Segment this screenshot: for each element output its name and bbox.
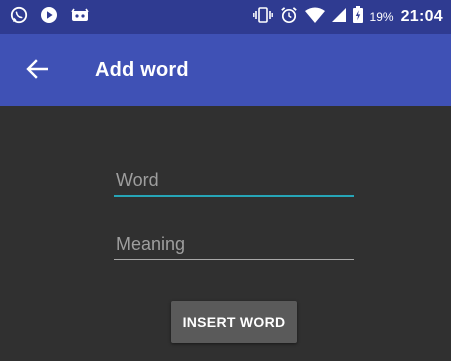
- alarm-icon: [280, 6, 298, 29]
- arrow-back-icon: [26, 58, 49, 84]
- main-content: INSERT WORD: [0, 106, 451, 361]
- app-toolbar: Add word: [0, 34, 451, 106]
- status-bar: 19% 21:04: [0, 0, 451, 34]
- page-title: Add word: [95, 58, 189, 81]
- wifi-icon: [304, 7, 325, 28]
- android-debug-icon: [70, 6, 90, 29]
- status-right-icons: 19% 21:04: [252, 0, 443, 34]
- word-underline: [114, 195, 354, 197]
- vibrate-icon: [252, 6, 273, 28]
- status-left-icons: [10, 0, 90, 34]
- meaning-underline: [114, 259, 354, 260]
- status-time: 21:04: [400, 8, 443, 25]
- word-input[interactable]: [114, 170, 354, 195]
- word-field: [114, 170, 354, 197]
- whatsapp-icon: [10, 6, 28, 29]
- play-icon: [40, 6, 58, 29]
- back-button[interactable]: [23, 58, 51, 84]
- battery-percent: 19%: [369, 10, 394, 24]
- meaning-field: [114, 234, 354, 260]
- signal-icon: [331, 7, 346, 27]
- battery-charging-icon: [352, 6, 363, 28]
- meaning-input[interactable]: [114, 234, 354, 259]
- insert-word-button[interactable]: INSERT WORD: [171, 301, 297, 343]
